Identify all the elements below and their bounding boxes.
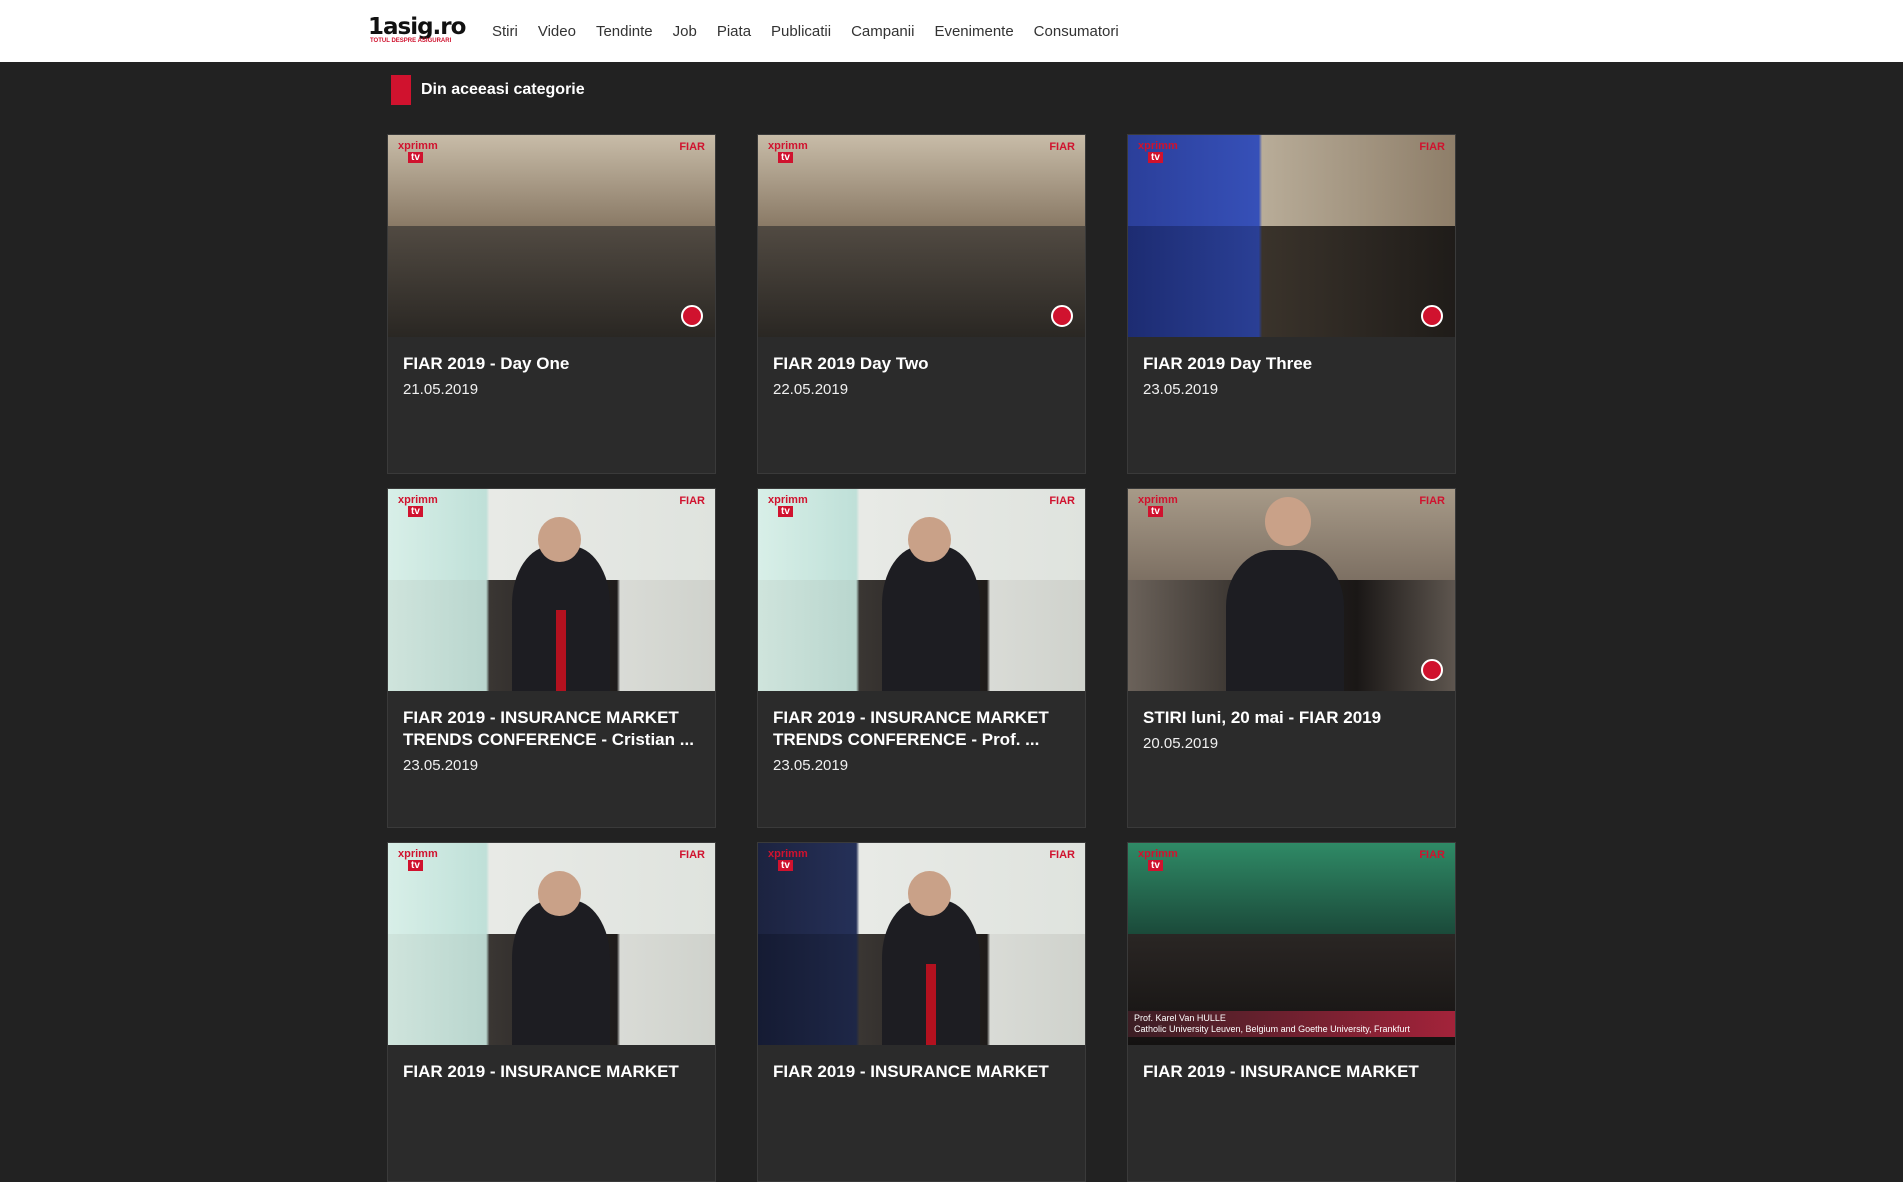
section-header: Din aceeasi categorie — [391, 75, 585, 105]
video-card[interactable]: xprimm tv FIAR FIAR 2019 - INSURANCE MARK… — [387, 488, 716, 828]
video-date: 20.05.2019 — [1143, 735, 1219, 752]
record-badge-icon — [681, 305, 703, 327]
video-card[interactable]: xprimm tv FIAR FIAR 2019 Day Two 22.05.20… — [757, 134, 1086, 474]
video-card[interactable]: xprimm tv FIAR FIAR 2019 Day Three 23.05.… — [1127, 134, 1456, 474]
fiar-logo: FIAR — [679, 849, 705, 861]
speaker-affiliation: Catholic University Leuven, Belgium and … — [1134, 1024, 1410, 1034]
video-card[interactable]: xprimm tv FIAR FIAR 2019 - INSURANCE MARK… — [387, 842, 716, 1182]
fiar-logo: FIAR — [1049, 849, 1075, 861]
logo-text: 1asig.ro — [368, 14, 466, 40]
video-title[interactable]: FIAR 2019 - INSURANCE MARKET TRENDS CONF… — [403, 707, 703, 751]
video-thumbnail[interactable]: xprimm tv FIAR — [1128, 489, 1455, 691]
logo-tagline: TOTUL DESPRE ASIGURARI — [370, 38, 452, 44]
video-thumbnail[interactable]: xprimm tv FIAR — [388, 489, 715, 691]
video-thumbnail[interactable]: xprimm tv FIAR — [758, 135, 1085, 337]
video-thumbnail[interactable]: xprimm tv FIAR — [1128, 135, 1455, 337]
fiar-logo: FIAR — [679, 495, 705, 507]
nav-item-job[interactable]: Job — [673, 23, 697, 40]
record-badge-icon — [1421, 659, 1443, 681]
video-date: 22.05.2019 — [773, 381, 849, 398]
video-thumbnail[interactable]: xprimm tv FIAR — [388, 135, 715, 337]
fiar-logo: FIAR — [679, 141, 705, 153]
nav-item-piata[interactable]: Piata — [717, 23, 751, 40]
fiar-logo: FIAR — [1419, 849, 1445, 861]
nav-item-tendinte[interactable]: Tendinte — [596, 23, 653, 40]
fiar-logo: FIAR — [1419, 141, 1445, 153]
nav-item-video[interactable]: Video — [538, 23, 576, 40]
nav-item-consumatori[interactable]: Consumatori — [1034, 23, 1119, 40]
video-title[interactable]: FIAR 2019 Day Two — [773, 353, 1073, 375]
fiar-logo: FIAR — [1419, 495, 1445, 507]
video-title[interactable]: FIAR 2019 Day Three — [1143, 353, 1443, 375]
video-thumbnail[interactable]: xprimm tv FIAR Prof. Karel Van HULLE Cath… — [1128, 843, 1455, 1045]
nav-item-publicatii[interactable]: Publicatii — [771, 23, 831, 40]
xprimm-tv-logo: xprimm tv — [1138, 140, 1178, 163]
nav-item-evenimente[interactable]: Evenimente — [934, 23, 1013, 40]
video-title[interactable]: FIAR 2019 - INSURANCE MARKET TRENDS CONF… — [773, 707, 1073, 751]
video-thumbnail[interactable]: xprimm tv FIAR — [758, 843, 1085, 1045]
xprimm-tv-logo: xprimm tv — [768, 494, 808, 517]
nav-item-stiri[interactable]: Stiri — [492, 23, 518, 40]
video-thumbnail[interactable]: xprimm tv FIAR — [388, 843, 715, 1045]
video-title[interactable]: STIRI luni, 20 mai - FIAR 2019 — [1143, 707, 1443, 729]
xprimm-tv-logo: xprimm tv — [768, 140, 808, 163]
section-title: Din aceeasi categorie — [421, 81, 585, 98]
video-date: 23.05.2019 — [1143, 381, 1219, 398]
video-card[interactable]: xprimm tv FIAR Prof. Karel Van HULLE Cath… — [1127, 842, 1456, 1182]
main-nav: Stiri Video Tendinte Job Piata Publicati… — [492, 0, 1139, 62]
xprimm-tv-logo: xprimm tv — [768, 848, 808, 871]
video-date: 23.05.2019 — [403, 757, 479, 774]
section-accent-bar — [391, 75, 411, 105]
xprimm-tv-logo: xprimm tv — [1138, 494, 1178, 517]
fiar-logo: FIAR — [1049, 495, 1075, 507]
video-card[interactable]: xprimm tv FIAR FIAR 2019 - Day One 21.05.… — [387, 134, 716, 474]
video-title[interactable]: FIAR 2019 - Day One — [403, 353, 703, 375]
xprimm-tv-logo: xprimm tv — [1138, 848, 1178, 871]
speaker-lower-third: Prof. Karel Van HULLE Catholic Universit… — [1128, 1011, 1455, 1037]
video-card[interactable]: xprimm tv FIAR FIAR 2019 - INSURANCE MARK… — [757, 488, 1086, 828]
speaker-name: Prof. Karel Van HULLE — [1134, 1013, 1226, 1023]
video-card[interactable]: xprimm tv FIAR FIAR 2019 - INSURANCE MARK… — [757, 842, 1086, 1182]
fiar-logo: FIAR — [1049, 141, 1075, 153]
video-card[interactable]: xprimm tv FIAR STIRI luni, 20 mai - FIAR … — [1127, 488, 1456, 828]
video-date: 23.05.2019 — [773, 757, 849, 774]
video-thumbnail[interactable]: xprimm tv FIAR — [758, 489, 1085, 691]
nav-item-campanii[interactable]: Campanii — [851, 23, 914, 40]
record-badge-icon — [1051, 305, 1073, 327]
xprimm-tv-logo: xprimm tv — [398, 140, 438, 163]
top-navigation-bar: 1asig.ro TOTUL DESPRE ASIGURARI Stiri Vi… — [0, 0, 1903, 62]
site-logo[interactable]: 1asig.ro TOTUL DESPRE ASIGURARI — [368, 14, 466, 48]
xprimm-tv-logo: xprimm tv — [398, 848, 438, 871]
video-date: 21.05.2019 — [403, 381, 479, 398]
record-badge-icon — [1421, 305, 1443, 327]
xprimm-tv-logo: xprimm tv — [398, 494, 438, 517]
